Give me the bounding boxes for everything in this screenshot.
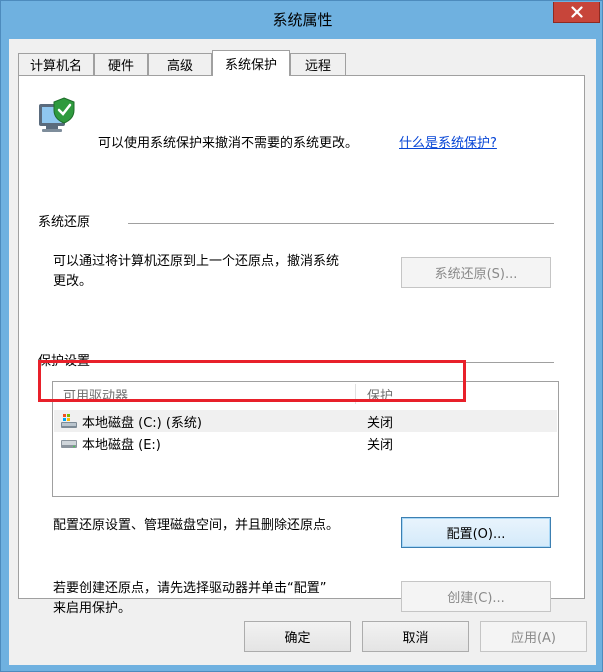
drive-icon [61, 440, 77, 448]
drive-protection-e: 关闭 [367, 437, 394, 453]
create-description-line1: 若要创建还原点，请先选择驱动器并单击“配置” [53, 581, 327, 596]
tab-hardware[interactable]: 硬件 [94, 53, 148, 75]
restore-group-divider [128, 223, 554, 224]
tab-advanced[interactable]: 高级 [148, 53, 212, 75]
drive-row-e[interactable]: 本地磁盘 (E:) 关闭 [54, 432, 557, 454]
drive-name-c: 本地磁盘 (C:) (系统) [82, 415, 203, 431]
system-drive-icon [61, 414, 77, 428]
dialog-client: 计算机名 硬件 高级 系统保护 远程 可以使用系统保护来撤消不需要的系统更改。 … [9, 39, 596, 665]
drive-row-c[interactable]: 本地磁盘 (C:) (系统) 关闭 [54, 410, 557, 432]
ok-button[interactable]: 确定 [244, 621, 351, 652]
close-icon [570, 6, 583, 18]
tab-system-protection[interactable]: 系统保护 [212, 50, 290, 76]
restore-group-header: 系统还原 [38, 215, 91, 230]
drive-name-e: 本地磁盘 (E:) [82, 437, 161, 453]
tab-panel: 可以使用系统保护来撤消不需要的系统更改。 什么是系统保护? 系统还原 可以通过将… [18, 75, 585, 616]
system-protection-icon [39, 97, 75, 132]
create-button[interactable]: 创建(C)... [401, 581, 551, 612]
cancel-button[interactable]: 取消 [362, 621, 469, 652]
apply-button[interactable]: 应用(A) [480, 621, 587, 652]
window-title: 系统属性 [272, 11, 333, 29]
intro-text: 可以使用系统保护来撤消不需要的系统更改。 [98, 136, 359, 151]
system-restore-button[interactable]: 系统还原(S)... [401, 257, 551, 288]
configure-description: 配置还原设置、管理磁盘空间，并且删除还原点。 [53, 518, 340, 533]
create-description-line2: 来启用保护。 [53, 601, 132, 616]
configure-button[interactable]: 配置(O)... [401, 517, 551, 548]
close-button[interactable] [553, 2, 600, 23]
window-frame: 系统属性 计算机名 硬件 高级 系统保护 远程 可以使用系统保护来撤消不需要的系… [0, 0, 603, 672]
restore-description-line2: 更改。 [53, 274, 93, 289]
restore-description-line1: 可以通过将计算机还原到上一个还原点，撤消系统 [53, 254, 340, 269]
highlight-annotation-box [38, 360, 466, 402]
title-bar[interactable]: 系统属性 [1, 1, 603, 39]
tab-computer-name[interactable]: 计算机名 [18, 53, 94, 75]
what-is-system-protection-link[interactable]: 什么是系统保护? [399, 134, 497, 154]
drive-protection-c: 关闭 [367, 415, 394, 431]
tab-remote[interactable]: 远程 [290, 53, 346, 75]
